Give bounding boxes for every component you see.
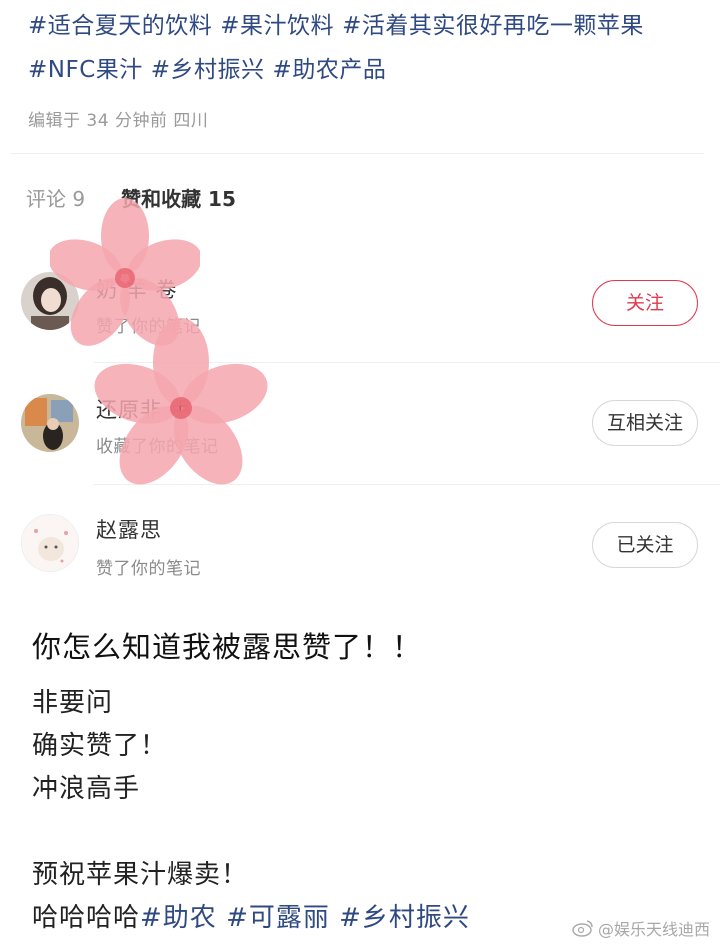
weibo-icon: [572, 920, 593, 937]
user-name[interactable]: 赵露思: [96, 514, 162, 544]
hashtag[interactable]: #活着其实很好再吃一颗苹果: [342, 13, 644, 39]
notification-row[interactable]: 奶 羊 卷 赞了你的笔记 关注: [0, 244, 720, 364]
hashtag[interactable]: #乡村振兴: [151, 57, 265, 83]
avatar[interactable]: [21, 272, 79, 330]
user-name[interactable]: 奶 羊 卷: [96, 274, 177, 304]
post-line: 非要问: [32, 688, 114, 718]
hashtag[interactable]: #乡村振兴: [339, 903, 470, 933]
notification-action: 收藏了你的笔记: [96, 437, 219, 457]
watermark: @娱乐天线迪西: [572, 916, 710, 940]
notification-action: 赞了你的笔记: [96, 559, 201, 579]
user-name[interactable]: 还原非 手: [96, 394, 192, 424]
mutual-follow-button[interactable]: 互相关注: [592, 400, 698, 446]
notification-tabs: 评论 9 赞和收藏 15: [26, 183, 236, 212]
hashtag-list: #适合夏天的饮料 #果汁饮料 #活着其实很好再吃一颗苹果 #NFC果汁 #乡村振兴 #助农…: [28, 4, 708, 92]
hashtag[interactable]: #适合夏天的饮料: [28, 13, 212, 39]
post-content: 你怎么知道我被露思赞了！！ 非要问 确实赞了！ 冲浪高手 预祝苹果汁爆卖！ 哈哈…: [32, 624, 692, 940]
hashtag[interactable]: #助农: [140, 903, 217, 933]
notification-row[interactable]: 赵露思 赞了你的笔记 已关注: [0, 486, 720, 606]
tab-likes-favorites[interactable]: 赞和收藏 15: [121, 183, 236, 212]
divider: [10, 153, 704, 154]
avatar[interactable]: [21, 514, 79, 572]
post-text: 哈哈哈哈: [32, 903, 141, 933]
watermark-text: @娱乐天线迪西: [597, 920, 710, 939]
post-line: 确实赞了！: [32, 731, 168, 761]
post-body: 非要问 确实赞了！ 冲浪高手 预祝苹果汁爆卖！ 哈哈哈哈#助农 #可露丽 #乡村…: [32, 682, 692, 940]
post-line: [32, 811, 692, 854]
following-button[interactable]: 已关注: [592, 522, 698, 568]
notification-row[interactable]: 还原非 手 收藏了你的笔记 互相关注: [0, 364, 720, 484]
hashtag[interactable]: #果汁饮料: [220, 13, 334, 39]
tab-comments[interactable]: 评论 9: [26, 183, 85, 212]
follow-button[interactable]: 关注: [592, 280, 698, 326]
divider: [94, 362, 720, 363]
avatar[interactable]: [21, 394, 79, 452]
post-line: 预祝苹果汁爆卖！: [32, 860, 249, 890]
hashtag[interactable]: #可露丽: [226, 903, 330, 933]
notification-action: 赞了你的笔记: [96, 317, 201, 337]
post-line: 冲浪高手: [32, 774, 141, 804]
post-title: 你怎么知道我被露思赞了！！: [32, 630, 423, 664]
hashtag[interactable]: #NFC果汁: [28, 57, 143, 83]
hashtag[interactable]: #助农产品: [273, 57, 387, 83]
divider: [94, 484, 720, 485]
edited-meta: 编辑于 34 分钟前 四川: [28, 111, 209, 131]
